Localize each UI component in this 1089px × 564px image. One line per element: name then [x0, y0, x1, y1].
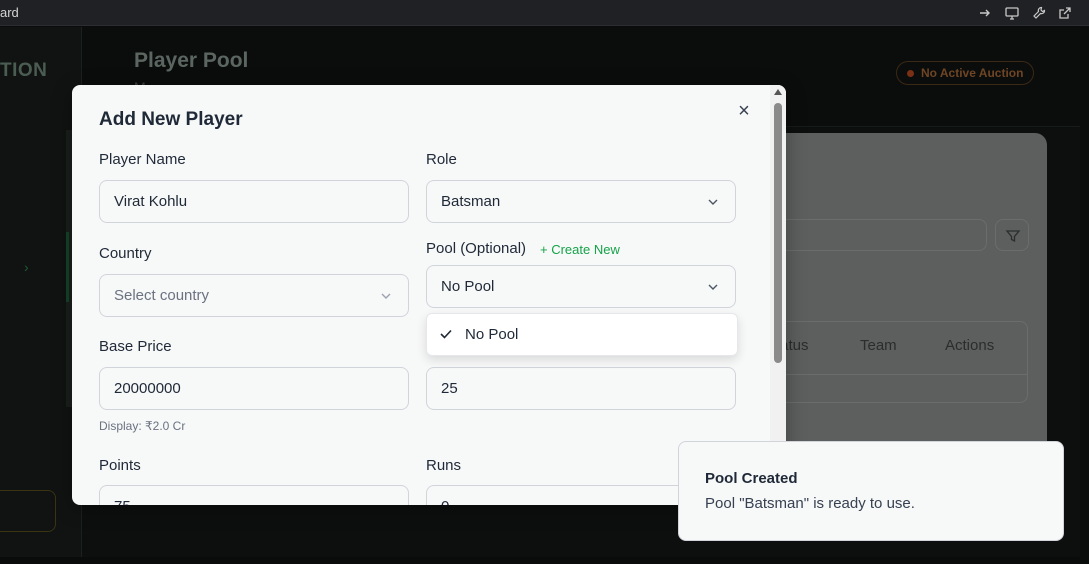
status-dot-icon	[907, 70, 914, 77]
points-label: Points	[99, 457, 141, 474]
table-divider	[758, 374, 1027, 375]
age-value: 25	[441, 380, 458, 397]
auction-status-label: No Active Auction	[921, 66, 1024, 80]
column-header-actions[interactable]: Actions	[945, 337, 994, 354]
scroll-up-arrow-icon[interactable]	[774, 89, 782, 95]
pool-dropdown-menu: No Pool	[426, 313, 738, 356]
add-player-modal: Add New Player × Player Name Virat Kohlu…	[72, 85, 786, 505]
toast-notification: Pool Created Pool "Batsman" is ready to …	[678, 441, 1064, 541]
pool-select[interactable]: No Pool	[426, 265, 736, 308]
country-label: Country	[99, 245, 152, 262]
country-placeholder: Select country	[114, 287, 210, 304]
points-value: 75	[114, 498, 131, 505]
filter-icon	[1005, 230, 1021, 243]
url-text[interactable]: ard	[0, 5, 19, 20]
runs-label: Runs	[426, 457, 462, 474]
dropdown-option-label: No Pool	[465, 326, 519, 343]
player-name-input[interactable]: Virat Kohlu	[99, 180, 409, 223]
wrench-icon[interactable]	[1031, 5, 1047, 21]
chevron-down-icon	[708, 284, 718, 290]
base-price-value: 20000000	[114, 380, 181, 397]
cast-icon[interactable]	[1004, 5, 1020, 21]
pool-value: No Pool	[441, 278, 495, 295]
create-pool-link[interactable]: + Create New	[540, 242, 620, 257]
dropdown-option-no-pool[interactable]: No Pool	[439, 325, 719, 345]
check-icon	[440, 329, 452, 339]
arrow-right-icon[interactable]	[977, 5, 993, 21]
base-price-label: Base Price	[99, 338, 172, 355]
player-name-label: Player Name	[99, 151, 186, 168]
country-select[interactable]: Select country	[99, 274, 409, 317]
chevron-down-icon	[381, 293, 391, 299]
age-input[interactable]: 25	[426, 367, 736, 410]
role-label: Role	[426, 151, 457, 168]
search-input[interactable]	[757, 219, 987, 251]
role-select[interactable]: Batsman	[426, 180, 736, 223]
external-link-icon[interactable]	[1057, 5, 1073, 21]
auction-status-badge: No Active Auction	[896, 61, 1035, 85]
chevron-down-icon	[708, 199, 718, 205]
browser-toolbar: ard	[0, 0, 1089, 26]
runs-value: 0	[441, 498, 449, 505]
base-price-hint: Display: ₹2.0 Cr	[99, 419, 186, 433]
player-name-value: Virat Kohlu	[114, 193, 188, 210]
base-price-input[interactable]: 20000000	[99, 367, 409, 410]
players-table: Status Team Actions	[757, 321, 1028, 403]
role-value: Batsman	[441, 193, 501, 210]
page-title: Player Pool	[134, 49, 249, 72]
sidebar: TION ›	[0, 27, 82, 557]
modal-title: Add New Player	[99, 109, 243, 130]
column-header-team[interactable]: Team	[860, 337, 897, 354]
filter-button[interactable]	[995, 219, 1029, 251]
toast-title: Pool Created	[705, 470, 798, 487]
chevron-right-icon[interactable]: ›	[24, 259, 29, 275]
pool-label: Pool (Optional)	[426, 240, 527, 257]
toast-message: Pool "Batsman" is ready to use.	[705, 495, 915, 512]
points-input[interactable]: 75	[99, 485, 409, 505]
scrollbar-thumb[interactable]	[774, 103, 782, 363]
sidebar-brand: TION	[0, 60, 48, 81]
sidebar-active-indicator	[66, 232, 69, 302]
close-icon[interactable]: ×	[734, 101, 754, 121]
sidebar-footer-button[interactable]	[0, 490, 56, 532]
